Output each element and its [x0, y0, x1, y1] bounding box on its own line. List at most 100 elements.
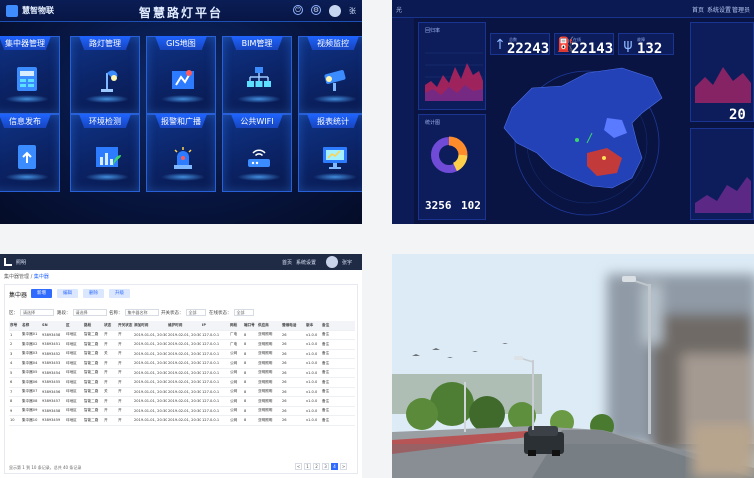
page-button[interactable]: < [295, 463, 302, 470]
table-cell: 26 [281, 349, 305, 359]
table-cell: 公网 [229, 358, 243, 369]
column-header[interactable]: 添加时间 [133, 321, 167, 331]
add-button[interactable]: 新增 [31, 289, 52, 298]
table-row[interactable]: 10 集中器10 93893459 坪地区 智能二路开开 2019-01-01, 20:3… [9, 415, 355, 426]
table-cell: 开 [117, 387, 133, 397]
table-row[interactable]: 4 集中器04 93893453 坪地区 智能二路开开 2019-01-01, 20:30… [9, 358, 355, 369]
module-tile[interactable]: 路灯管理 [70, 36, 140, 114]
table-row[interactable]: 5 集中器05 93893454 坪地区 智能二路开开 2019-01-01, 20:30… [9, 368, 355, 378]
table-row[interactable]: 1 集中器01 93893458 坪地区 智能二路开开 2019-01-01, 20:30… [9, 330, 355, 340]
table-row[interactable]: 6 集中器06 93893455 坪地区 智能二路开开 2019-01-01, 20:30… [9, 377, 355, 388]
table-cell: 智能二路 [83, 339, 103, 350]
column-header[interactable]: 路段 [83, 321, 103, 331]
user-name[interactable]: 张宇 [342, 259, 352, 266]
column-header[interactable]: SN [41, 321, 65, 331]
column-header[interactable]: 序号 [9, 321, 21, 331]
column-header[interactable]: 区 [65, 321, 83, 331]
column-header[interactable]: 开关状态 [117, 321, 133, 331]
table-row[interactable]: 7 集中器07 93893456 坪地区 智能二路关开 2019-01-01, 20:30… [9, 387, 355, 397]
table-row[interactable]: 8 集中器08 93893457 坪地区 智能二路开开 2019-01-01, 20:30… [9, 396, 355, 407]
table-cell: 127.0.0.1 [201, 406, 229, 416]
module-tile[interactable]: 环境检测 [70, 114, 140, 192]
table-cell: 备注 [321, 339, 355, 350]
tile-glow [5, 95, 49, 103]
table-cell: 集中器05 [21, 368, 41, 378]
module-tile[interactable]: 报警和广播 [146, 114, 216, 192]
page-button[interactable]: 4 [331, 463, 338, 470]
table-cell: 6 [9, 377, 21, 388]
breadcrumb-root[interactable]: 集中器管理 [4, 274, 29, 280]
online-select[interactable]: 全部 [233, 309, 254, 316]
upgrade-button[interactable]: 升级 [109, 289, 130, 298]
tile-glow [237, 173, 281, 181]
nav-home[interactable]: 首页 [282, 259, 292, 266]
arrow-up-icon: ↑ [494, 37, 506, 53]
edit-button[interactable]: 编辑 [57, 289, 78, 298]
column-header[interactable]: 版本 [305, 321, 321, 331]
settings-icon[interactable]: ⚙ [311, 5, 321, 15]
page-button[interactable]: 2 [313, 463, 320, 470]
filter-label: 路段： [57, 311, 71, 316]
delete-button[interactable]: 删除 [83, 289, 104, 298]
switch-select[interactable]: 全部 [185, 309, 206, 316]
column-header[interactable]: 供应商 [257, 321, 281, 331]
column-header[interactable]: 端口号 [243, 321, 257, 331]
page-button[interactable]: > [340, 463, 347, 470]
filter-label: 开关状态： [161, 311, 184, 316]
name-input[interactable]: 集中器名称 [124, 309, 159, 316]
module-tile[interactable]: 报表统计 [298, 114, 362, 192]
avatar[interactable] [329, 5, 341, 17]
table-cell: 开 [117, 368, 133, 378]
table-cell: v1.0.0 [305, 406, 321, 416]
module-tile[interactable]: 公共WIFI [222, 114, 292, 192]
district-select[interactable]: 请选择 [20, 309, 54, 316]
column-header[interactable]: 名称 [21, 321, 41, 331]
column-header[interactable]: 网段 [229, 321, 243, 331]
power-icon[interactable]: ⏻ [293, 5, 303, 15]
table-cell: 亚明照明 [257, 415, 281, 426]
column-header[interactable]: 状态 [103, 321, 117, 331]
module-tile[interactable]: 视频监控 [298, 36, 362, 114]
tile-glow [313, 95, 357, 103]
wifi-router-icon [243, 141, 275, 173]
avatar[interactable] [326, 256, 338, 268]
module-tile[interactable]: GIS地图 [146, 36, 216, 114]
nav-admin[interactable]: 管理员 [732, 5, 750, 14]
table-cell: 8 [243, 368, 257, 378]
table-cell: 坪地区 [65, 406, 83, 416]
table-row[interactable]: 2 集中器02 93893451 坪地区 智能二路开开 2019-01-01, 20:30… [9, 339, 355, 350]
table-cell: 4 [9, 358, 21, 369]
nav-home[interactable]: 首页 [692, 5, 704, 14]
column-header[interactable]: IP [201, 321, 229, 331]
table-row[interactable]: 3 集中器03 93893452 坪地区 智能二路关开 2019-01-01, 20:30… [9, 349, 355, 359]
breadcrumb-current: 集中器 [33, 274, 49, 280]
table-cell: 26 [281, 330, 305, 340]
road-select[interactable]: 请选择 [72, 309, 107, 316]
module-tile[interactable]: 信息发布 [0, 114, 60, 192]
table-row[interactable]: 9 集中器09 93893458 坪地区 智能二路开开 2019-01-01, 20:30… [9, 406, 355, 416]
table-cell: 集中器01 [21, 330, 41, 340]
column-header[interactable]: 营维电话 [281, 321, 305, 331]
section-title: 集中器 [9, 292, 28, 299]
nav-settings[interactable]: 系统设置 [296, 259, 316, 266]
table-cell: 开 [117, 330, 133, 340]
nav-settings[interactable]: 系统设置 [707, 5, 731, 14]
module-tile[interactable]: 集中器管理 [0, 36, 60, 114]
table-cell: 8 [9, 396, 21, 407]
table-cell: 亚明照明 [257, 339, 281, 350]
table-cell: 关 [103, 349, 117, 359]
stat-fault: 102 [461, 199, 481, 212]
filter-switch: 开关状态： 全部 [161, 309, 206, 316]
page-button[interactable]: 1 [304, 463, 311, 470]
column-header[interactable]: 备注 [321, 321, 355, 331]
table-cell: 2019-02-01, 20:30 [167, 368, 201, 378]
page-button[interactable]: 3 [322, 463, 329, 470]
tile-glow [161, 95, 205, 103]
module-tile[interactable]: BIM管理 [222, 36, 292, 114]
tile-label: 报表统计 [317, 117, 349, 126]
table-cell: 备注 [321, 406, 355, 416]
column-header[interactable]: 维护时间 [167, 321, 201, 331]
table-cell: 智能二路 [83, 368, 103, 378]
table-cell: 8 [243, 339, 257, 350]
table-cell: 备注 [321, 368, 355, 378]
